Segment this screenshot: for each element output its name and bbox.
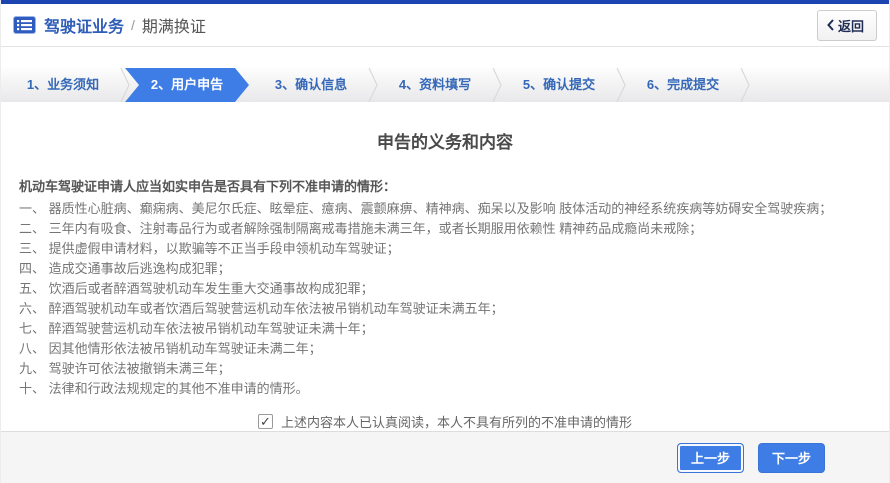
step-tab-1-business-notice[interactable]: 1、业务须知 [1,68,125,102]
back-button[interactable]: 返回 [817,10,877,41]
step-tab-4-fill-materials[interactable]: 4、资料填写 [373,68,497,102]
header: 驾驶证业务 / 期满换证 返回 [1,4,889,47]
step-tab-6-complete-submit[interactable]: 6、完成提交 [621,68,745,102]
breadcrumb-current: 期满换证 [142,13,206,37]
chevron-left-icon [827,19,834,31]
declaration-intro: 机动车驾驶证申请人应当如实申告是否具有下列不准申请的情形： [19,177,871,197]
declaration-checkbox-label: 上述内容本人已认真阅读，本人不具有所列的不准申请的情形 [281,412,632,431]
declaration-item: 七、 醉酒驾驶营运机动车依法被吊销机动车驾驶证未满十年； [19,319,871,339]
declaration-content: 申告的义务和内容 机动车驾驶证申请人应当如实申告是否具有下列不准申请的情形： 一… [1,102,889,431]
breadcrumb-separator: / [131,17,135,33]
declaration-item: 九、 驾驶许可依法被撤销未满三年； [19,359,871,379]
declaration-item: 一、 器质性心脏病、癫痫病、美尼尔氏症、眩晕症、癔病、震颤麻痹、精神病、痴呆以及… [19,199,871,219]
list-icon [13,16,36,34]
breadcrumb-root-link[interactable]: 驾驶证业务 [44,13,124,37]
declaration-item: 四、 造成交通事故后逃逸构成犯罪； [19,259,871,279]
page-title: 申告的义务和内容 [19,128,871,153]
declaration-item: 六、 醉酒驾驶机动车或者饮酒后驾驶营运机动车依法被吊销机动车驾驶证未满五年； [19,299,871,319]
declaration-item: 五、 饮酒后或者醉酒驾驶机动车发生重大交通事故构成犯罪； [19,279,871,299]
step-tab-3-confirm-info[interactable]: 3、确认信息 [249,68,373,102]
declaration-item: 十、 法律和行政法规规定的其他不准申请的情形。 [19,379,871,399]
declaration-item: 八、 因其他情形依法被吊销机动车驾驶证未满二年； [19,339,871,359]
step-tab-5-confirm-submit[interactable]: 5、确认提交 [497,68,621,102]
footer-action-bar: 上一步 下一步 [1,431,889,483]
header-step-gap [1,47,889,68]
declaration-item: 三、 提供虚假申请材料，以欺骗等不正当手段申领机动车驾驶证； [19,239,871,259]
declaration-confirm-row: ✓ 上述内容本人已认真阅读，本人不具有所列的不准申请的情形 [19,412,871,431]
back-button-label: 返回 [838,16,864,35]
previous-step-button[interactable]: 上一步 [677,443,744,473]
declaration-item: 二、 三年内有吸食、注射毒品行为或者解除强制隔离戒毒措施未满三年，或者长期服用依… [19,219,871,239]
step-tab-2-user-declaration[interactable]: 2、用户申告 [125,68,249,102]
declaration-checkbox[interactable]: ✓ [258,414,273,429]
next-step-button[interactable]: 下一步 [758,443,825,473]
step-wizard: 1、业务须知 2、用户申告 3、确认信息 4、资料填写 5、确认提交 6、完成提… [1,68,889,102]
